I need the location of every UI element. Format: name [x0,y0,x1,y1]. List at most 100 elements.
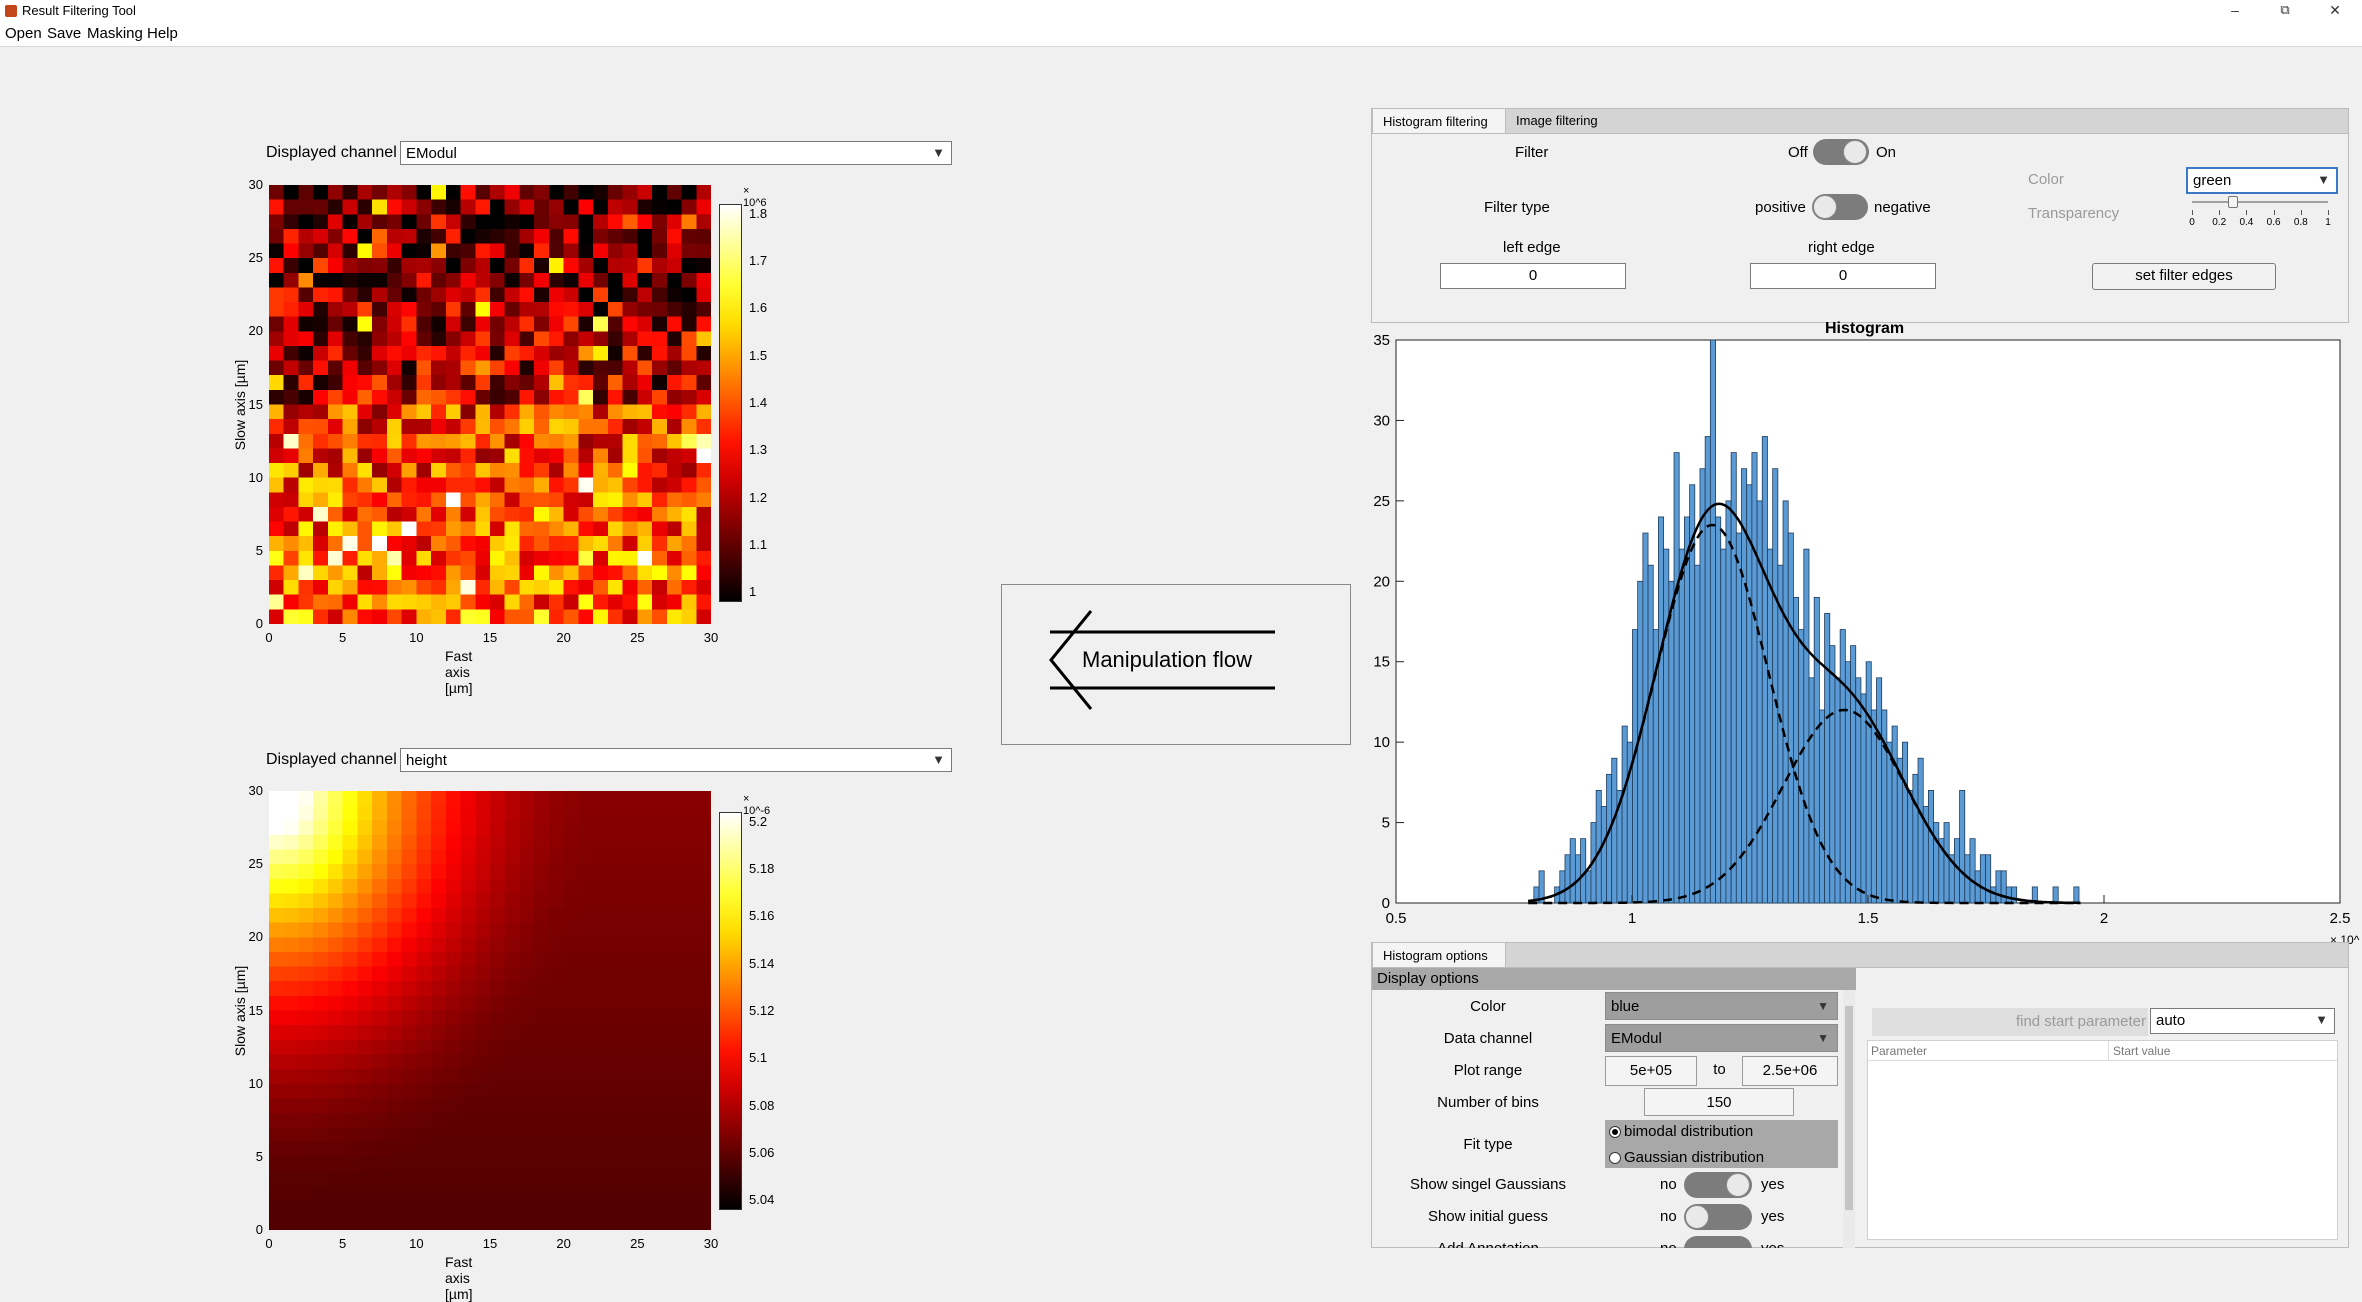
menu-save[interactable]: Save [47,25,81,42]
histogram-bar [1751,452,1758,904]
colorbar-tick-label: 5.04 [749,1192,775,1208]
x-tick-label: 1 [1628,910,1636,927]
histogram-bar [1668,580,1675,904]
plot-range-from-input[interactable]: 5e+05 [1605,1056,1697,1086]
y-tick-label: 15 [248,1002,263,1018]
restore-icon[interactable]: ⧉ [2262,0,2308,22]
plot-range-to-label: to [1713,1061,1726,1078]
single-yes-label: yes [1761,1176,1785,1193]
histogram-chart[interactable]: 0.511.522.505101520253035× 10^6 [1360,320,2360,945]
slider-tick [2328,210,2329,215]
histogram-bar [2005,886,2012,904]
data-channel-value: EModul [1611,1030,1662,1047]
close-icon[interactable]: ✕ [2312,0,2358,22]
set-filter-edges-button[interactable]: set filter edges [2092,263,2276,290]
histogram-bar [1943,822,1950,904]
chevron-down-icon: ▼ [932,752,945,767]
options-scrollbar[interactable] [1843,990,1855,1248]
histogram-bar [1995,870,2002,904]
colorbar-tick-label: 1.4 [749,395,768,410]
negative-label: negative [1874,199,1931,216]
colorbar-tick-label: 1.1 [749,536,768,552]
find-start-dropdown[interactable]: auto ▼ [2150,1008,2335,1034]
data-channel-label: Data channel [1443,1030,1533,1047]
plot-range-to-input[interactable]: 2.5e+06 [1742,1056,1838,1086]
bimodal-radio[interactable] [1609,1126,1621,1138]
y-tick-label: 30 [248,177,263,192]
menu-masking[interactable]: Masking [87,25,143,42]
y-tick-label: 30 [248,783,263,798]
plot-range-label: Plot range [1453,1062,1523,1079]
histogram-bar [1876,677,1883,904]
slider-tick [2219,210,2221,215]
toggle-knob [1685,1205,1709,1229]
map1-channel-value: EModul [406,145,457,162]
tab-histogram-options[interactable]: Histogram options [1372,942,1506,968]
clipped-annotation-row: Add Annotation no yes [1372,1234,1842,1248]
show-initial-guess-toggle[interactable] [1684,1204,1752,1230]
radio-dot [1612,1129,1618,1135]
data-channel-dropdown[interactable]: EModul ▼ [1605,1024,1838,1052]
histogram-bar [1559,870,1566,904]
show-single-gaussians-toggle[interactable] [1684,1172,1752,1198]
slider-tick-label: 1 [2325,217,2331,228]
histogram-bar [1782,500,1789,904]
histogram-bar [1886,741,1893,904]
y-tick-label: 20 [1373,573,1390,590]
start-parameter-table[interactable]: Parameter Start value [1867,1040,2338,1240]
color-row-label: Color [1470,998,1506,1015]
y-tick-label: 35 [1373,332,1390,349]
x-tick-label: 30 [703,1236,719,1251]
histogram-bar [1912,773,1919,904]
filter-toggle[interactable] [1813,139,1869,165]
x-tick-label: 15 [482,630,498,645]
app-icon [5,5,17,17]
height-heatmap[interactable] [269,791,711,1230]
chevron-down-icon: ▼ [2317,172,2330,187]
map1-colorbar [719,204,742,602]
histogram-bar [1678,548,1685,904]
histogram-bar [1808,677,1815,904]
hist-color-dropdown[interactable]: blue ▼ [1605,992,1838,1020]
transparency-slider[interactable]: 0 0.2 0.4 0.6 0.8 1 [2188,196,2338,236]
y-tick-label: 5 [255,1148,263,1164]
left-edge-input[interactable]: 0 [1440,263,1626,289]
column-divider [2108,1041,2109,1060]
histogram-bar [1969,838,1976,904]
tab-image-filtering[interactable]: Image filtering [1506,108,1608,134]
number-of-bins-input[interactable]: 150 [1644,1088,1794,1116]
add-annotation-toggle[interactable] [1684,1236,1752,1248]
tab-histogram-filtering[interactable]: Histogram filtering [1372,108,1506,134]
y-tick-label: 10 [1373,734,1390,751]
menu-open[interactable]: Open [5,25,42,42]
histogram-bar [1735,532,1742,904]
right-edge-input[interactable]: 0 [1750,263,1936,289]
transparency-label: Transparency [2028,205,2120,222]
map2-channel-dropdown[interactable]: height ▼ [400,748,952,772]
gaussian-radio[interactable] [1609,1152,1621,1164]
y-tick-label: 30 [1373,412,1390,429]
minimize-icon[interactable]: – [2212,0,2258,22]
histogram-bar [1803,548,1810,904]
parameter-column-header: Parameter [1871,1044,1928,1058]
guess-yes-label: yes [1761,1208,1785,1225]
filter-type-toggle[interactable] [1812,194,1868,220]
histogram-bar [1928,789,1935,904]
x-tick-label: 5 [339,630,347,645]
colorbar-tick-label: 5.12 [749,1003,775,1018]
scrollbar-thumb[interactable] [1845,1006,1853,1210]
slider-thumb[interactable] [2227,196,2238,208]
filter-type-label: Filter type [1484,199,1550,216]
colorbar-tick-label: 1.7 [749,253,768,269]
histogram-bar [1569,838,1576,904]
fit-type-group: bimodal distribution Gaussian distributi… [1605,1120,1838,1168]
filter-color-dropdown[interactable]: green ▼ [2186,167,2338,194]
slider-tick [2273,210,2275,215]
histogram-bar [1865,661,1872,904]
chevron-down-icon: ▼ [2315,1012,2328,1027]
emodul-heatmap[interactable] [269,185,711,624]
menu-help[interactable]: Help [147,25,178,42]
map1-channel-dropdown[interactable]: EModul ▼ [400,141,952,165]
histogram-bar [1850,645,1857,904]
histogram-bar [1860,693,1867,904]
